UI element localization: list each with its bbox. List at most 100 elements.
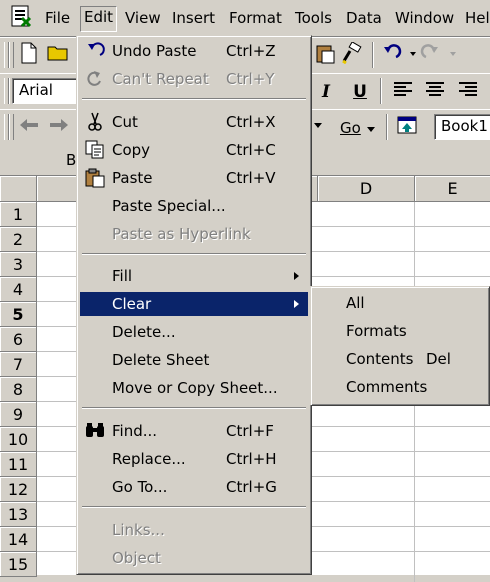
menu-item-label: Paste Special... bbox=[112, 197, 226, 215]
submenu-item-all[interactable]: All bbox=[314, 291, 486, 315]
row-header[interactable]: 1 bbox=[0, 202, 37, 227]
menu-item-paste-as-hyperlink[interactable]: Paste as Hyperlink bbox=[80, 222, 308, 246]
submenu-item-comments[interactable]: Comments bbox=[314, 375, 486, 399]
menu-item-label: Comments bbox=[346, 378, 428, 396]
row-header[interactable]: 15 bbox=[0, 552, 37, 577]
format-painter-icon[interactable] bbox=[338, 41, 364, 68]
toolbar-grip[interactable] bbox=[9, 42, 14, 68]
menu-help[interactable]: Hel bbox=[462, 8, 490, 30]
scissors-icon bbox=[88, 112, 102, 131]
menu-item-label: Delete Sheet bbox=[112, 351, 210, 369]
select-all-corner[interactable] bbox=[0, 176, 37, 202]
menu-item-label: Links... bbox=[112, 521, 165, 539]
paste-icon[interactable] bbox=[312, 42, 338, 68]
show-web-toolbar-icon[interactable] bbox=[394, 115, 420, 141]
submenu-arrow-icon bbox=[294, 300, 299, 308]
menu-item-object[interactable]: Object bbox=[80, 546, 308, 570]
forward-arrow-icon[interactable] bbox=[46, 115, 72, 141]
menu-item-label: Paste as Hyperlink bbox=[112, 225, 251, 243]
menu-item-label: Cut bbox=[112, 113, 138, 131]
menu-item-label: Delete... bbox=[112, 323, 176, 341]
menu-item-label: Paste bbox=[112, 169, 153, 187]
row-header[interactable]: 14 bbox=[0, 527, 37, 552]
menu-item-find[interactable]: Find... Ctrl+F bbox=[80, 419, 308, 443]
menu-item-label: All bbox=[346, 294, 365, 312]
italic-icon[interactable]: I bbox=[313, 79, 339, 105]
back-arrow-icon[interactable] bbox=[16, 115, 42, 141]
menu-data[interactable]: Data bbox=[343, 8, 385, 30]
menu-item-move-or-copy-sheet[interactable]: Move or Copy Sheet... bbox=[80, 376, 308, 400]
menu-item-shortcut: Ctrl+V bbox=[226, 169, 276, 187]
row-header[interactable]: 9 bbox=[0, 402, 37, 427]
menu-item-label: Move or Copy Sheet... bbox=[112, 379, 278, 397]
menu-tools[interactable]: Tools bbox=[292, 8, 335, 30]
undo-icon bbox=[88, 42, 105, 56]
binoculars-icon bbox=[86, 423, 104, 437]
submenu-item-contents[interactable]: Contents Del bbox=[314, 347, 486, 371]
align-right-icon[interactable] bbox=[455, 79, 481, 105]
row-header[interactable]: 6 bbox=[0, 327, 37, 352]
menu-separator bbox=[82, 98, 306, 100]
row-header[interactable]: 8 bbox=[0, 377, 37, 402]
menu-item-shortcut: Ctrl+G bbox=[226, 478, 277, 496]
menu-item-delete-sheet[interactable]: Delete Sheet bbox=[80, 348, 308, 372]
submenu-item-formats[interactable]: Formats bbox=[314, 319, 486, 343]
new-document-icon[interactable] bbox=[16, 42, 42, 68]
menu-item-cant-repeat[interactable]: Can't Repeat Ctrl+Y bbox=[80, 67, 308, 91]
dropdown-arrow-icon[interactable] bbox=[312, 115, 324, 141]
menu-item-label: Object bbox=[112, 549, 161, 567]
menu-item-clear[interactable]: Clear bbox=[80, 292, 308, 316]
submenu-arrow-icon bbox=[294, 272, 299, 280]
menu-item-links[interactable]: Links... bbox=[80, 518, 308, 542]
menu-item-shortcut: Ctrl+Y bbox=[226, 70, 275, 88]
menu-view[interactable]: View bbox=[122, 8, 164, 30]
menu-format[interactable]: Format bbox=[226, 8, 285, 30]
menu-item-replace[interactable]: Replace... Ctrl+H bbox=[80, 447, 308, 471]
address-combo[interactable]: Book1 bbox=[434, 114, 490, 140]
menu-window[interactable]: Window bbox=[392, 8, 457, 30]
menu-item-undo-paste[interactable]: Undo Paste Ctrl+Z bbox=[80, 39, 308, 63]
menu-item-paste-special[interactable]: Paste Special... bbox=[80, 194, 308, 218]
paste-icon bbox=[85, 168, 105, 188]
menu-item-fill[interactable]: Fill bbox=[80, 264, 308, 288]
menu-item-label: Formats bbox=[346, 322, 407, 340]
menu-separator bbox=[82, 253, 306, 255]
excel-document-icon[interactable] bbox=[8, 4, 34, 30]
underline-icon[interactable]: U bbox=[347, 79, 373, 105]
row-header[interactable]: 11 bbox=[0, 452, 37, 477]
menu-item-go-to[interactable]: Go To... Ctrl+G bbox=[80, 475, 308, 499]
menu-insert[interactable]: Insert bbox=[169, 8, 218, 30]
row-header[interactable]: 12 bbox=[0, 477, 37, 502]
align-left-icon[interactable] bbox=[390, 79, 416, 105]
row-header[interactable]: 2 bbox=[0, 227, 37, 252]
go-menu-button[interactable]: Go bbox=[340, 115, 380, 141]
menu-item-cut[interactable]: Cut Ctrl+X bbox=[80, 110, 308, 134]
menu-item-paste[interactable]: Paste Ctrl+V bbox=[80, 166, 308, 190]
open-folder-icon[interactable] bbox=[46, 42, 72, 68]
menu-edit[interactable]: Edit bbox=[80, 6, 118, 32]
column-header-d[interactable]: D bbox=[318, 176, 415, 202]
column-header-e[interactable]: E bbox=[415, 176, 490, 202]
menu-item-delete[interactable]: Delete... bbox=[80, 320, 308, 344]
name-box[interactable]: B bbox=[66, 151, 76, 169]
row-header[interactable]: 13 bbox=[0, 502, 37, 527]
row-header[interactable]: 7 bbox=[0, 352, 37, 377]
redo-dropdown-icon[interactable] bbox=[420, 42, 460, 68]
row-header[interactable]: 3 bbox=[0, 252, 37, 277]
align-center-icon[interactable] bbox=[422, 79, 448, 105]
undo-dropdown-icon[interactable] bbox=[380, 42, 420, 68]
toolbar-grip[interactable] bbox=[9, 114, 14, 140]
row-header[interactable]: 4 bbox=[0, 277, 37, 302]
menu-item-shortcut: Ctrl+C bbox=[226, 141, 276, 159]
menu-item-copy[interactable]: Copy Ctrl+C bbox=[80, 138, 308, 162]
font-name-combo[interactable]: Arial bbox=[12, 78, 80, 104]
menu-item-shortcut: Ctrl+F bbox=[226, 422, 274, 440]
row-header-active[interactable]: 5 bbox=[0, 302, 37, 327]
menu-item-label: Copy bbox=[112, 141, 151, 159]
menu-file[interactable]: File bbox=[42, 8, 73, 30]
menu-item-label: Contents bbox=[346, 350, 414, 368]
menu-item-shortcut: Ctrl+Z bbox=[226, 42, 276, 60]
row-header[interactable]: 10 bbox=[0, 427, 37, 452]
menu-item-label: Go To... bbox=[112, 478, 168, 496]
repeat-icon bbox=[87, 71, 101, 86]
